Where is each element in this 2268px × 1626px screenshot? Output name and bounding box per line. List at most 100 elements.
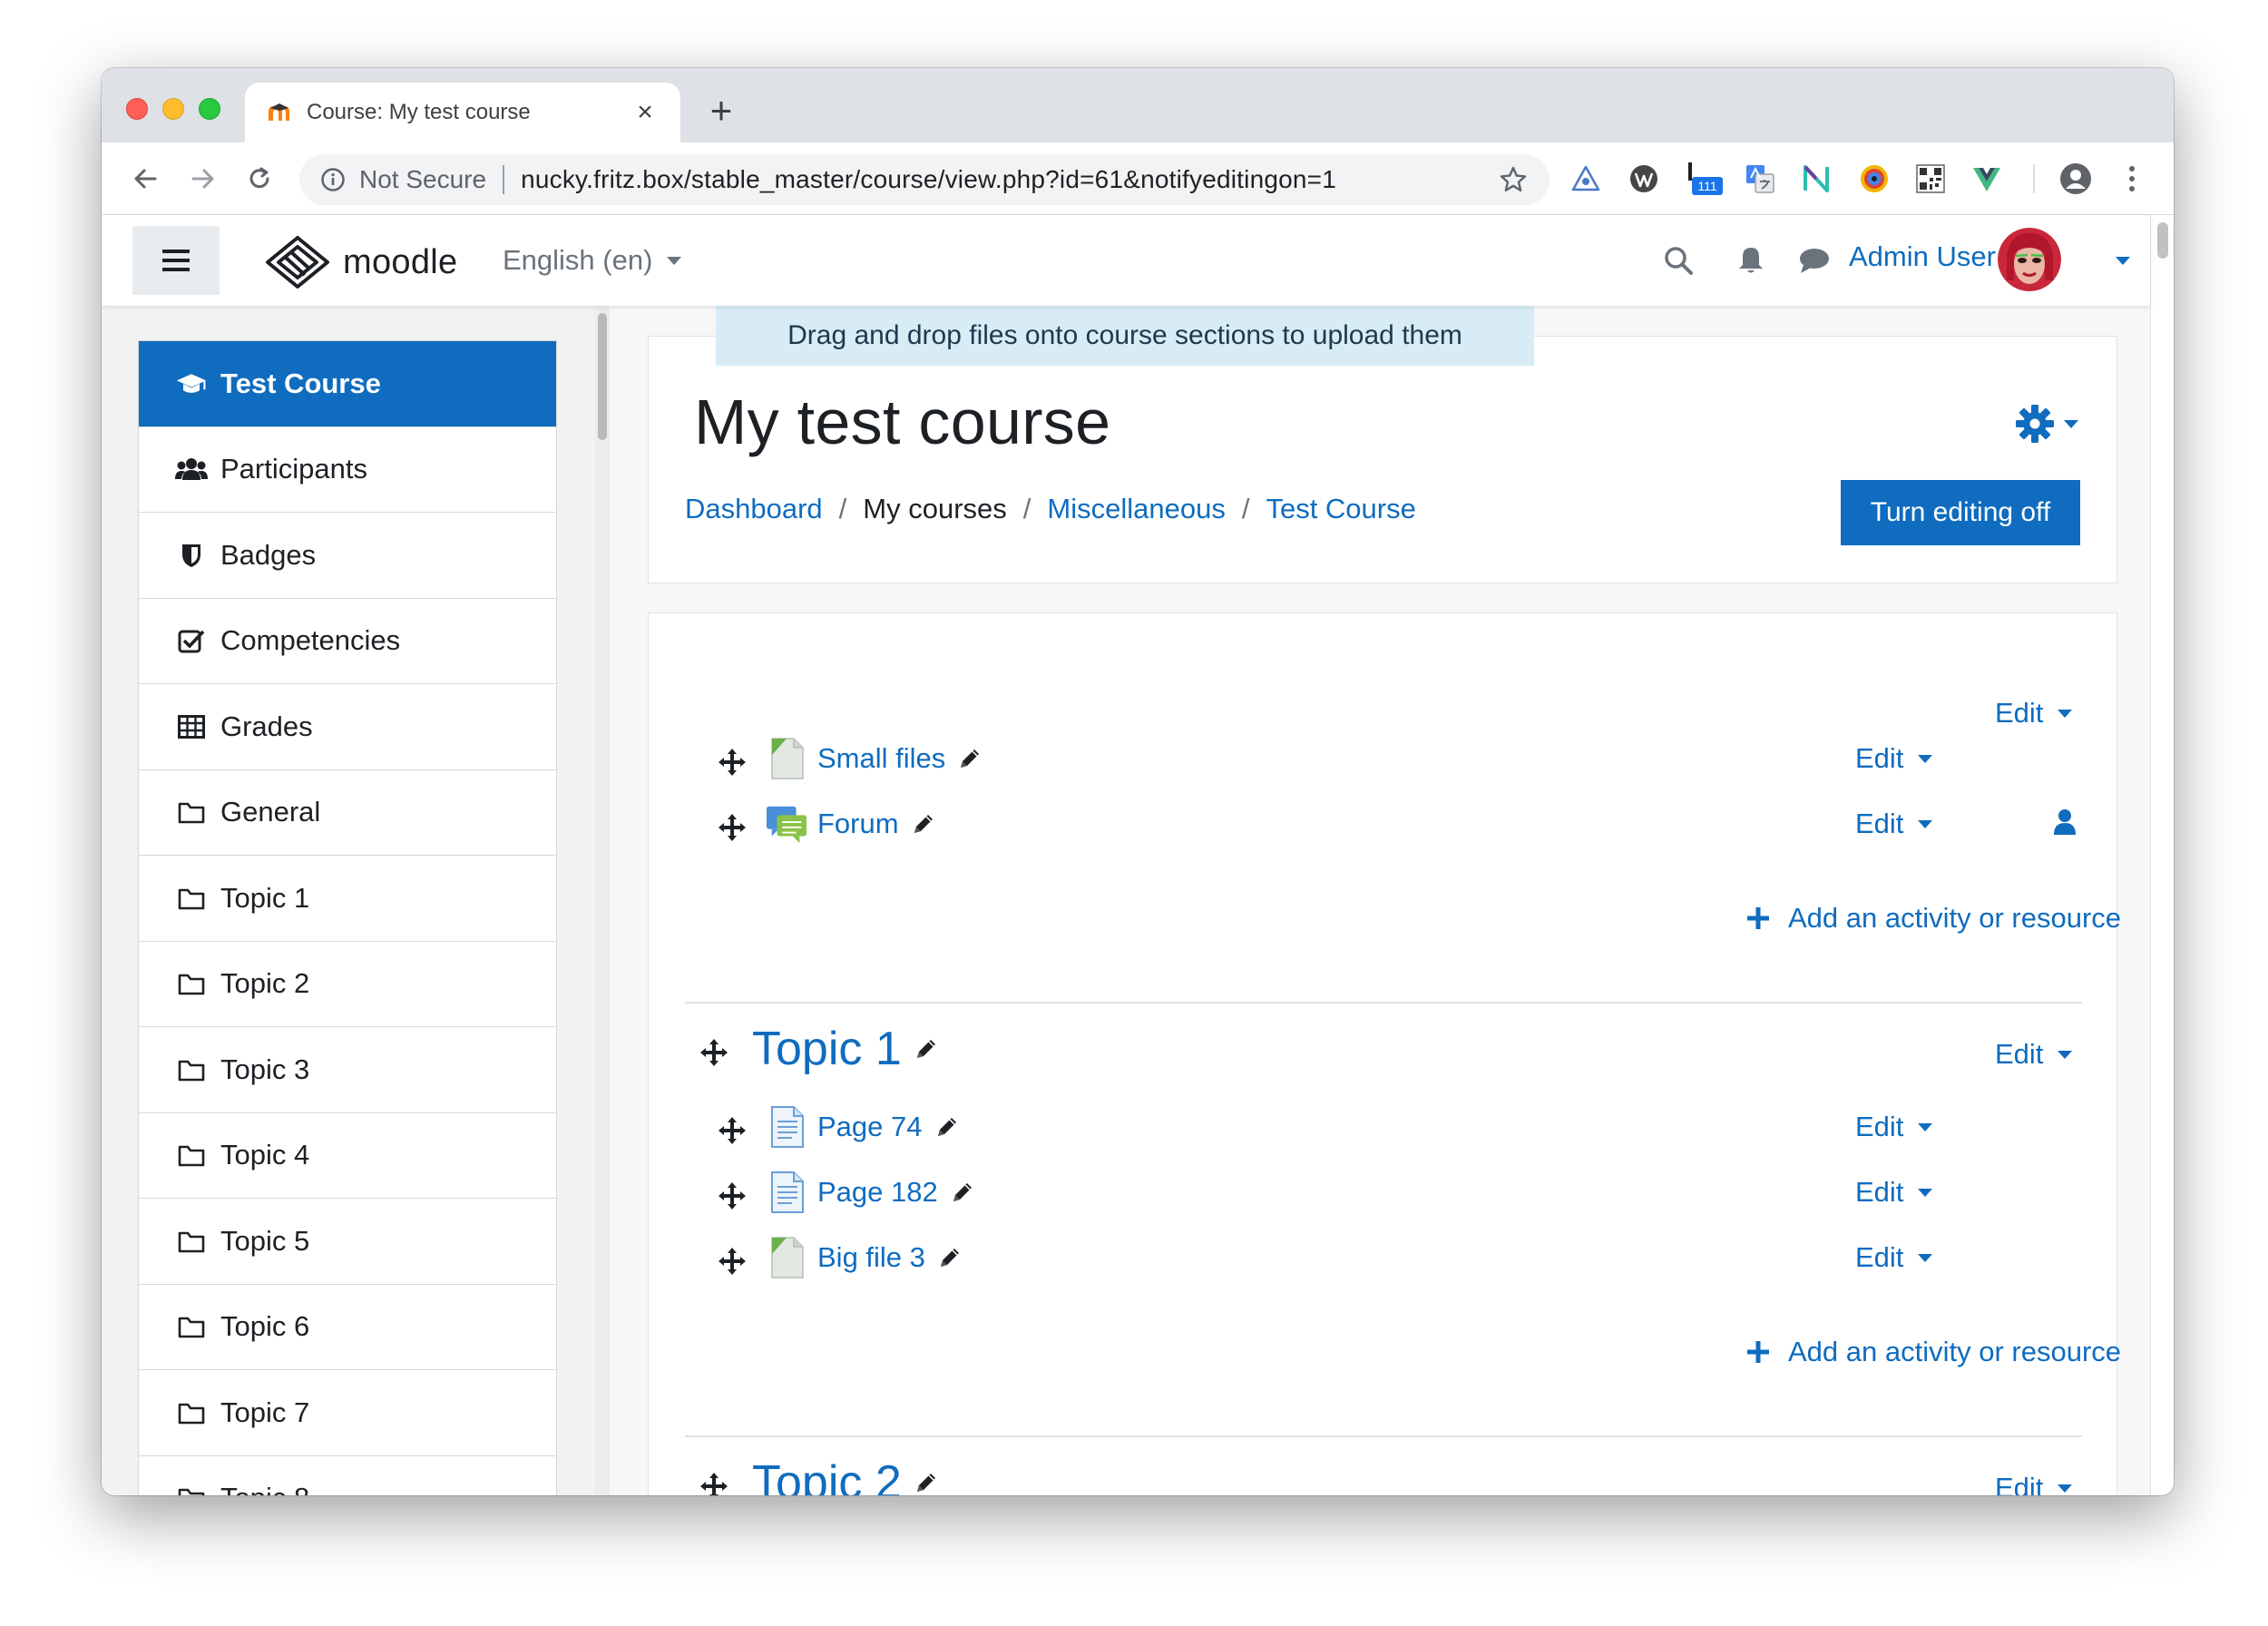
profile-icon[interactable]: [2058, 161, 2094, 197]
activity-page-182-edit-menu[interactable]: Edit: [1855, 1176, 1933, 1209]
drawer-item-grades[interactable]: Grades: [139, 684, 556, 770]
maximize-window-button[interactable]: [199, 98, 220, 120]
drawer-scrollbar[interactable]: [595, 306, 610, 1495]
activity-small-files[interactable]: Small files: [765, 737, 983, 780]
drawer-item-test-course[interactable]: Test Course: [139, 341, 556, 427]
group-mode-user-icon[interactable]: [2051, 808, 2078, 837]
breadcrumb-miscellaneous[interactable]: Miscellaneous: [1047, 493, 1225, 525]
drawer-item-general[interactable]: General: [139, 769, 556, 856]
page-scrollbar[interactable]: [2150, 215, 2174, 1495]
pencil-icon[interactable]: [936, 1244, 963, 1271]
activity-name[interactable]: Forum: [817, 808, 899, 840]
user-avatar[interactable]: [1998, 228, 2061, 291]
pencil-icon[interactable]: [956, 745, 983, 772]
move-icon[interactable]: [716, 811, 748, 844]
pencil-icon[interactable]: [949, 1179, 976, 1206]
pencil-icon[interactable]: [910, 810, 937, 837]
extension-vue-devtools-icon[interactable]: [1969, 161, 2005, 197]
activity-page-74[interactable]: Page 74: [765, 1105, 961, 1149]
edit-label: Edit: [1995, 1038, 2044, 1070]
bell-icon[interactable]: [1733, 242, 1769, 279]
move-icon[interactable]: [716, 746, 748, 779]
activity-name[interactable]: Page 74: [817, 1111, 923, 1143]
user-menu-chevron-down-icon[interactable]: [2116, 257, 2130, 265]
page-title: My test course: [694, 387, 1111, 457]
gear-icon: [2016, 405, 2054, 443]
activity-forum-edit-menu[interactable]: Edit: [1855, 808, 1933, 840]
drawer-item-topic-6[interactable]: Topic 6: [139, 1284, 556, 1370]
move-icon[interactable]: [716, 1180, 748, 1212]
activity-big-file-3[interactable]: Big file 3: [765, 1236, 963, 1279]
move-icon[interactable]: [716, 1114, 748, 1147]
close-window-button[interactable]: [126, 98, 148, 120]
new-tab-button[interactable]: +: [700, 90, 742, 132]
activity-name[interactable]: Small files: [817, 742, 945, 775]
section-topic-2-title[interactable]: Topic 2: [752, 1455, 940, 1495]
folder-icon: [175, 798, 208, 827]
pencil-icon[interactable]: [934, 1113, 961, 1141]
user-name-link[interactable]: Admin User: [1849, 240, 1996, 273]
address-bar[interactable]: Not Secure nucky.fritz.box/stable_master…: [299, 154, 1549, 205]
activity-forum[interactable]: Forum: [765, 802, 937, 846]
drawer-item-topic-3[interactable]: Topic 3: [139, 1027, 556, 1113]
moodle-logo[interactable]: moodle: [265, 235, 457, 289]
section-title-text[interactable]: Topic 1: [752, 1022, 902, 1076]
drawer-item-topic-4[interactable]: Topic 4: [139, 1112, 556, 1199]
move-icon[interactable]: [698, 1470, 730, 1495]
extension-drive-icon[interactable]: [1568, 161, 1604, 197]
section-title-text[interactable]: Topic 2: [752, 1455, 902, 1495]
course-settings-menu[interactable]: [2015, 404, 2078, 444]
section-general-edit-menu[interactable]: Edit: [1995, 697, 2073, 730]
drawer-item-badges[interactable]: Badges: [139, 513, 556, 599]
pencil-icon[interactable]: [913, 1469, 940, 1495]
browser-menu-icon[interactable]: [2114, 161, 2150, 197]
url-text[interactable]: nucky.fritz.box/stable_master/course/vie…: [521, 165, 1497, 194]
drawer-item-topic-2[interactable]: Topic 2: [139, 941, 556, 1027]
activity-name[interactable]: Big file 3: [817, 1241, 925, 1274]
pencil-icon[interactable]: [913, 1035, 940, 1063]
section-topic-1-edit-menu[interactable]: Edit: [1995, 1038, 2073, 1071]
tab-close-icon[interactable]: ×: [631, 99, 659, 126]
forward-arrow-icon[interactable]: [183, 159, 223, 199]
activity-page-74-edit-menu[interactable]: Edit: [1855, 1111, 1933, 1143]
extension-wordpress-icon[interactable]: [1626, 161, 1662, 197]
minimize-window-button[interactable]: [162, 98, 184, 120]
add-activity-general[interactable]: Add an activity or resource: [1745, 902, 2121, 935]
extension-qrcode-icon[interactable]: [1912, 161, 1949, 197]
drawer-item-participants[interactable]: Participants: [139, 426, 556, 513]
drawer-item-topic-5[interactable]: Topic 5: [139, 1199, 556, 1285]
extension-translate-icon[interactable]: [1742, 161, 1778, 197]
browser-tab[interactable]: Course: My test course ×: [245, 83, 680, 142]
activity-small-files-edit-menu[interactable]: Edit: [1855, 742, 1933, 775]
chevron-down-icon: [1918, 1122, 1933, 1131]
section-topic-2-edit-menu[interactable]: Edit: [1995, 1472, 2073, 1495]
activity-name[interactable]: Page 182: [817, 1176, 938, 1209]
drawer-item-topic-8[interactable]: Topic 8: [139, 1455, 556, 1495]
extension-n-icon[interactable]: [1798, 161, 1834, 197]
drawer-item-competencies[interactable]: Competencies: [139, 598, 556, 684]
drawer-item-label: Participants: [220, 453, 367, 485]
messages-icon[interactable]: [1796, 242, 1833, 279]
drawer-item-topic-7[interactable]: Topic 7: [139, 1370, 556, 1456]
language-menu[interactable]: English (en): [503, 244, 682, 277]
extension-colorpicker-icon[interactable]: [1856, 161, 1892, 197]
drawer-item-topic-1[interactable]: Topic 1: [139, 856, 556, 942]
breadcrumb-test-course[interactable]: Test Course: [1266, 493, 1415, 525]
activity-page-182[interactable]: Page 182: [765, 1171, 976, 1214]
bookmark-star-icon[interactable]: [1497, 163, 1530, 196]
page-scrollbar-thumb[interactable]: [2157, 222, 2168, 259]
extension-counter-icon[interactable]: 111: [1684, 161, 1725, 197]
section-topic-1-title[interactable]: Topic 1: [752, 1022, 940, 1076]
drawer-toggle-button[interactable]: [132, 226, 220, 295]
move-icon[interactable]: [698, 1036, 730, 1069]
turn-editing-off-button[interactable]: Turn editing off: [1841, 480, 2080, 545]
back-arrow-icon[interactable]: [125, 159, 165, 199]
activity-big-file-3-edit-menu[interactable]: Edit: [1855, 1241, 1933, 1274]
move-icon[interactable]: [716, 1245, 748, 1278]
drawer-scrollbar-thumb[interactable]: [598, 313, 607, 440]
reload-icon[interactable]: [240, 159, 279, 199]
add-activity-topic-1[interactable]: Add an activity or resource: [1745, 1336, 2121, 1368]
search-icon[interactable]: [1660, 242, 1696, 279]
breadcrumb-dashboard[interactable]: Dashboard: [685, 493, 823, 525]
info-icon[interactable]: [319, 166, 347, 193]
